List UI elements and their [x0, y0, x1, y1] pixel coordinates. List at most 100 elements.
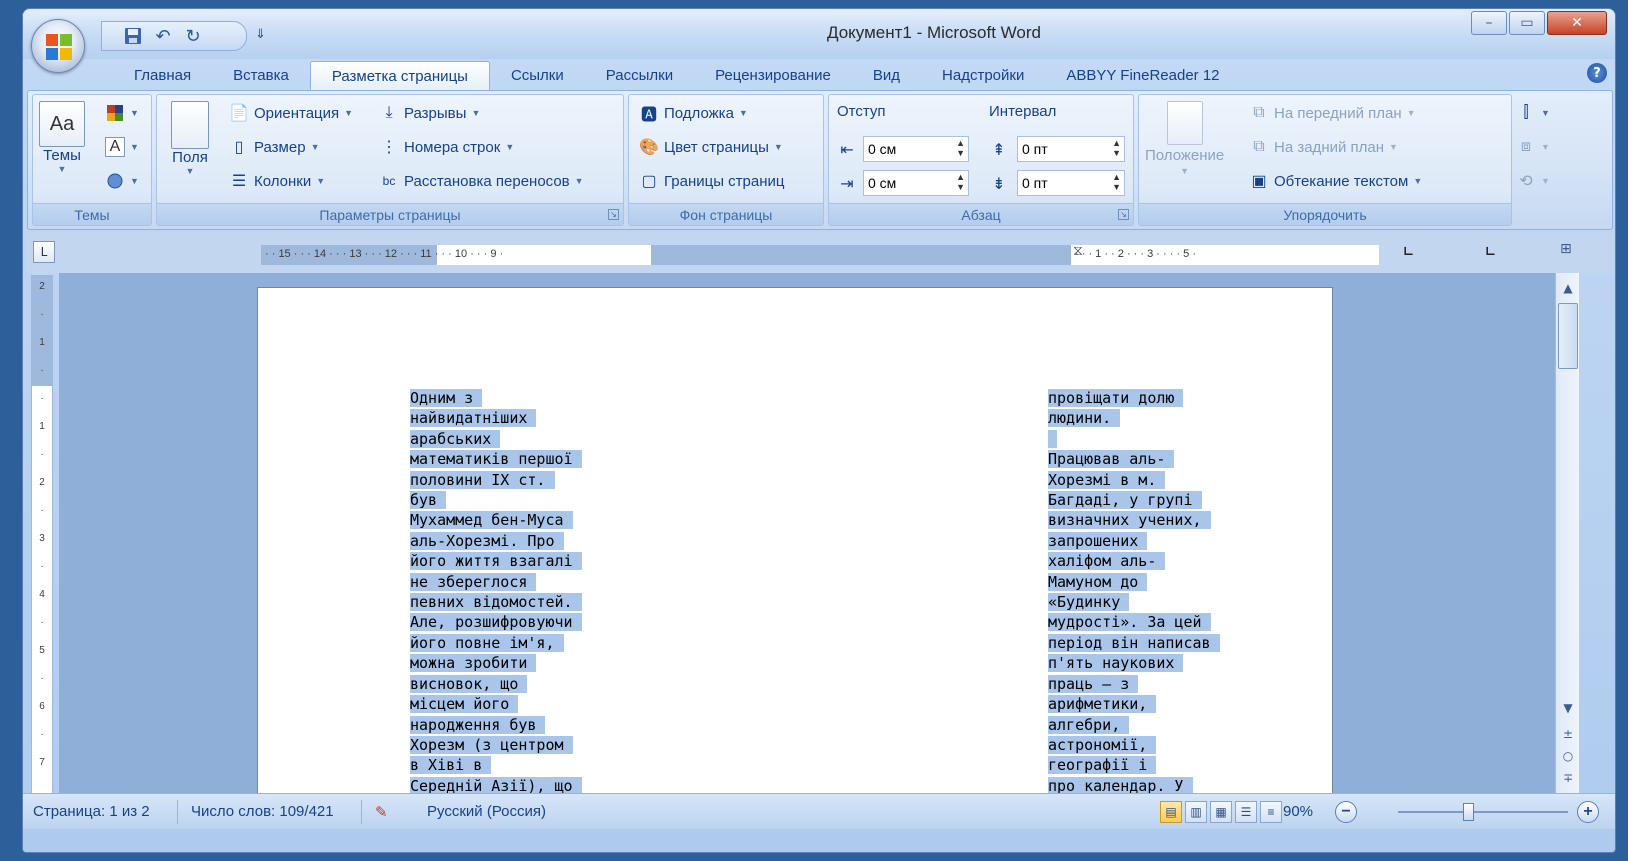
- indent-left-field[interactable]: 0 см ▲ ▼: [863, 136, 969, 162]
- text-line[interactable]: людини.: [1048, 408, 1220, 428]
- full-screen-reading-icon[interactable]: ▥: [1185, 801, 1207, 823]
- orientation-button[interactable]: 📄 Ориентация ▼: [229, 103, 353, 123]
- text-line[interactable]: провіщати долю: [1048, 388, 1220, 408]
- line-numbers-button[interactable]: ⋮ Номера строк ▼: [379, 137, 514, 157]
- tab-mailings[interactable]: Рассылки: [585, 61, 694, 91]
- browse-object-icon[interactable]: ○: [1558, 747, 1578, 765]
- selected-text[interactable]: Мухаммед бен-Муса: [410, 511, 573, 530]
- selected-text[interactable]: місцем його: [410, 695, 519, 714]
- zoom-in-button[interactable]: +: [1577, 801, 1599, 823]
- margins-button[interactable]: Поля ▼: [171, 101, 209, 176]
- breaks-button[interactable]: ⤓ Разрывы ▼: [379, 103, 480, 123]
- web-layout-icon[interactable]: ▦: [1210, 801, 1232, 823]
- print-layout-icon[interactable]: ▤: [1160, 801, 1182, 823]
- vertical-scrollbar[interactable]: ▲ ▼ ± ○ ∓: [1555, 273, 1579, 793]
- close-button[interactable]: ✕: [1547, 11, 1607, 35]
- selected-text[interactable]: певних відомостей.: [410, 593, 582, 612]
- selected-text[interactable]: Хорезм (з центром: [410, 735, 573, 754]
- selected-text[interactable]: був: [410, 491, 447, 510]
- text-line[interactable]: Одним з: [410, 388, 582, 408]
- bring-front-button[interactable]: ⧉ На передний план ▼: [1249, 103, 1415, 123]
- page-setup-launcher-icon[interactable]: ↘: [608, 209, 619, 220]
- text-line[interactable]: мудрості». За цей: [1048, 612, 1220, 632]
- selected-text[interactable]: праць — з: [1048, 674, 1139, 693]
- selected-text[interactable]: аль-Хорезмі. Про: [410, 531, 564, 550]
- selected-text[interactable]: «Будинку: [1048, 593, 1130, 612]
- selected-text[interactable]: не збереглося: [410, 572, 537, 591]
- text-line[interactable]: Мухаммед бен-Муса: [410, 510, 582, 530]
- text-line[interactable]: половини IX ст.: [410, 470, 582, 490]
- text-line[interactable]: праць — з: [1048, 674, 1220, 694]
- spin-arrows-icon[interactable]: ▲ ▼: [1112, 172, 1121, 192]
- text-line[interactable]: аль-Хорезмі. Про: [410, 531, 582, 551]
- tab-review[interactable]: Рецензирование: [694, 61, 852, 91]
- selected-text[interactable]: мудрості». За цей: [1048, 613, 1211, 632]
- text-line[interactable]: можна зробити: [410, 653, 582, 673]
- text-line[interactable]: арифметики,: [1048, 694, 1220, 714]
- text-line[interactable]: місцем його: [410, 694, 582, 714]
- selected-text[interactable]: Багдаді, у групі: [1048, 491, 1202, 510]
- text-column-left[interactable]: Одним з найвидатніших арабських математи…: [410, 388, 582, 793]
- selected-text[interactable]: Але, розшифровуючи: [410, 613, 582, 632]
- document-area[interactable]: Одним з найвидатніших арабських математи…: [59, 273, 1555, 793]
- zoom-level[interactable]: 90%: [1283, 803, 1313, 820]
- size-button[interactable]: ▯ Размер ▼: [229, 137, 320, 157]
- selected-text[interactable]: провіщати долю: [1048, 389, 1184, 407]
- zoom-slider-thumb[interactable]: [1463, 803, 1474, 821]
- text-line[interactable]: Працював аль-: [1048, 449, 1220, 469]
- text-line[interactable]: період він написав: [1048, 633, 1220, 653]
- tab-selector-button[interactable]: L: [33, 241, 55, 263]
- page-color-button[interactable]: 🎨 Цвет страницы ▼: [639, 137, 783, 157]
- text-line[interactable]: запрошених: [1048, 531, 1220, 551]
- selected-text[interactable]: запрошених: [1048, 531, 1148, 550]
- text-line[interactable]: халіфом аль-: [1048, 551, 1220, 571]
- spin-arrows-icon[interactable]: ▲ ▼: [956, 138, 965, 158]
- page-borders-button[interactable]: ▢ Границы страниц: [639, 171, 784, 191]
- selected-text[interactable]: географії і: [1048, 756, 1157, 775]
- selected-text[interactable]: період він написав: [1048, 633, 1220, 652]
- text-line[interactable]: Але, розшифровуючи: [410, 612, 582, 632]
- text-line[interactable]: його повне ім'я,: [410, 633, 582, 653]
- theme-effects-button[interactable]: ▼: [105, 171, 139, 191]
- text-line[interactable]: [1048, 429, 1220, 449]
- themes-button[interactable]: Aa Темы ▼: [39, 101, 85, 174]
- scroll-up-icon[interactable]: ▲: [1558, 279, 1578, 297]
- selected-text[interactable]: Працював аль-: [1048, 450, 1175, 469]
- hyphenation-button[interactable]: bc Расстановка переносов ▼: [379, 171, 584, 191]
- selected-text[interactable]: в Хіві в: [410, 756, 492, 775]
- text-line[interactable]: народження був: [410, 715, 582, 735]
- text-line[interactable]: визначних учених,: [1048, 510, 1220, 530]
- selected-text[interactable]: про календар. У: [1048, 776, 1193, 793]
- text-line[interactable]: в Хіві в: [410, 755, 582, 775]
- selected-text[interactable]: астрономії,: [1048, 735, 1157, 754]
- theme-colors-button[interactable]: ▼: [105, 103, 139, 123]
- text-line[interactable]: алгебри,: [1048, 715, 1220, 735]
- selected-text[interactable]: народження був: [410, 715, 546, 734]
- horizontal-ruler[interactable]: · · 15 · · · 14 · · · 13 · · · 12 · · · …: [261, 242, 1379, 265]
- zoom-slider-track[interactable]: [1398, 811, 1568, 813]
- scroll-thumb[interactable]: [1558, 303, 1578, 369]
- selected-text[interactable]: Хорезмі в м.: [1048, 470, 1166, 489]
- selected-text[interactable]: Одним з: [410, 389, 483, 407]
- text-line[interactable]: Хорезм (з центром: [410, 735, 582, 755]
- language-indicator[interactable]: Русский (Россия): [427, 803, 546, 820]
- zoom-out-button[interactable]: −: [1335, 801, 1357, 823]
- group-objects-button[interactable]: ⧈ ▼: [1516, 137, 1550, 157]
- tab-home[interactable]: Главная: [113, 61, 212, 91]
- view-ruler-icon[interactable]: ⊞: [1560, 241, 1578, 261]
- columns-button[interactable]: ☰ Колонки ▼: [229, 171, 325, 191]
- tab-page-layout[interactable]: Разметка страницы: [309, 61, 490, 91]
- rotate-button[interactable]: ⟲ ▼: [1516, 171, 1550, 191]
- text-wrapping-button[interactable]: ▣ Обтекание текстом ▼: [1249, 171, 1422, 191]
- minimize-button[interactable]: –: [1471, 11, 1507, 35]
- spin-arrows-icon[interactable]: ▲ ▼: [956, 172, 965, 192]
- selected-text[interactable]: математиків першої: [410, 450, 582, 469]
- tab-addins[interactable]: Надстройки: [921, 61, 1045, 91]
- help-icon[interactable]: ?: [1587, 63, 1607, 83]
- next-page-icon[interactable]: ∓: [1558, 769, 1578, 787]
- spacing-after-field[interactable]: 0 пт ▲ ▼: [1017, 170, 1125, 196]
- align-button[interactable]: ⫿ ▼: [1516, 103, 1549, 123]
- theme-fonts-button[interactable]: A ▼: [105, 137, 139, 157]
- paragraph-launcher-icon[interactable]: ↘: [1118, 209, 1129, 220]
- scroll-down-icon[interactable]: ▼: [1558, 699, 1578, 717]
